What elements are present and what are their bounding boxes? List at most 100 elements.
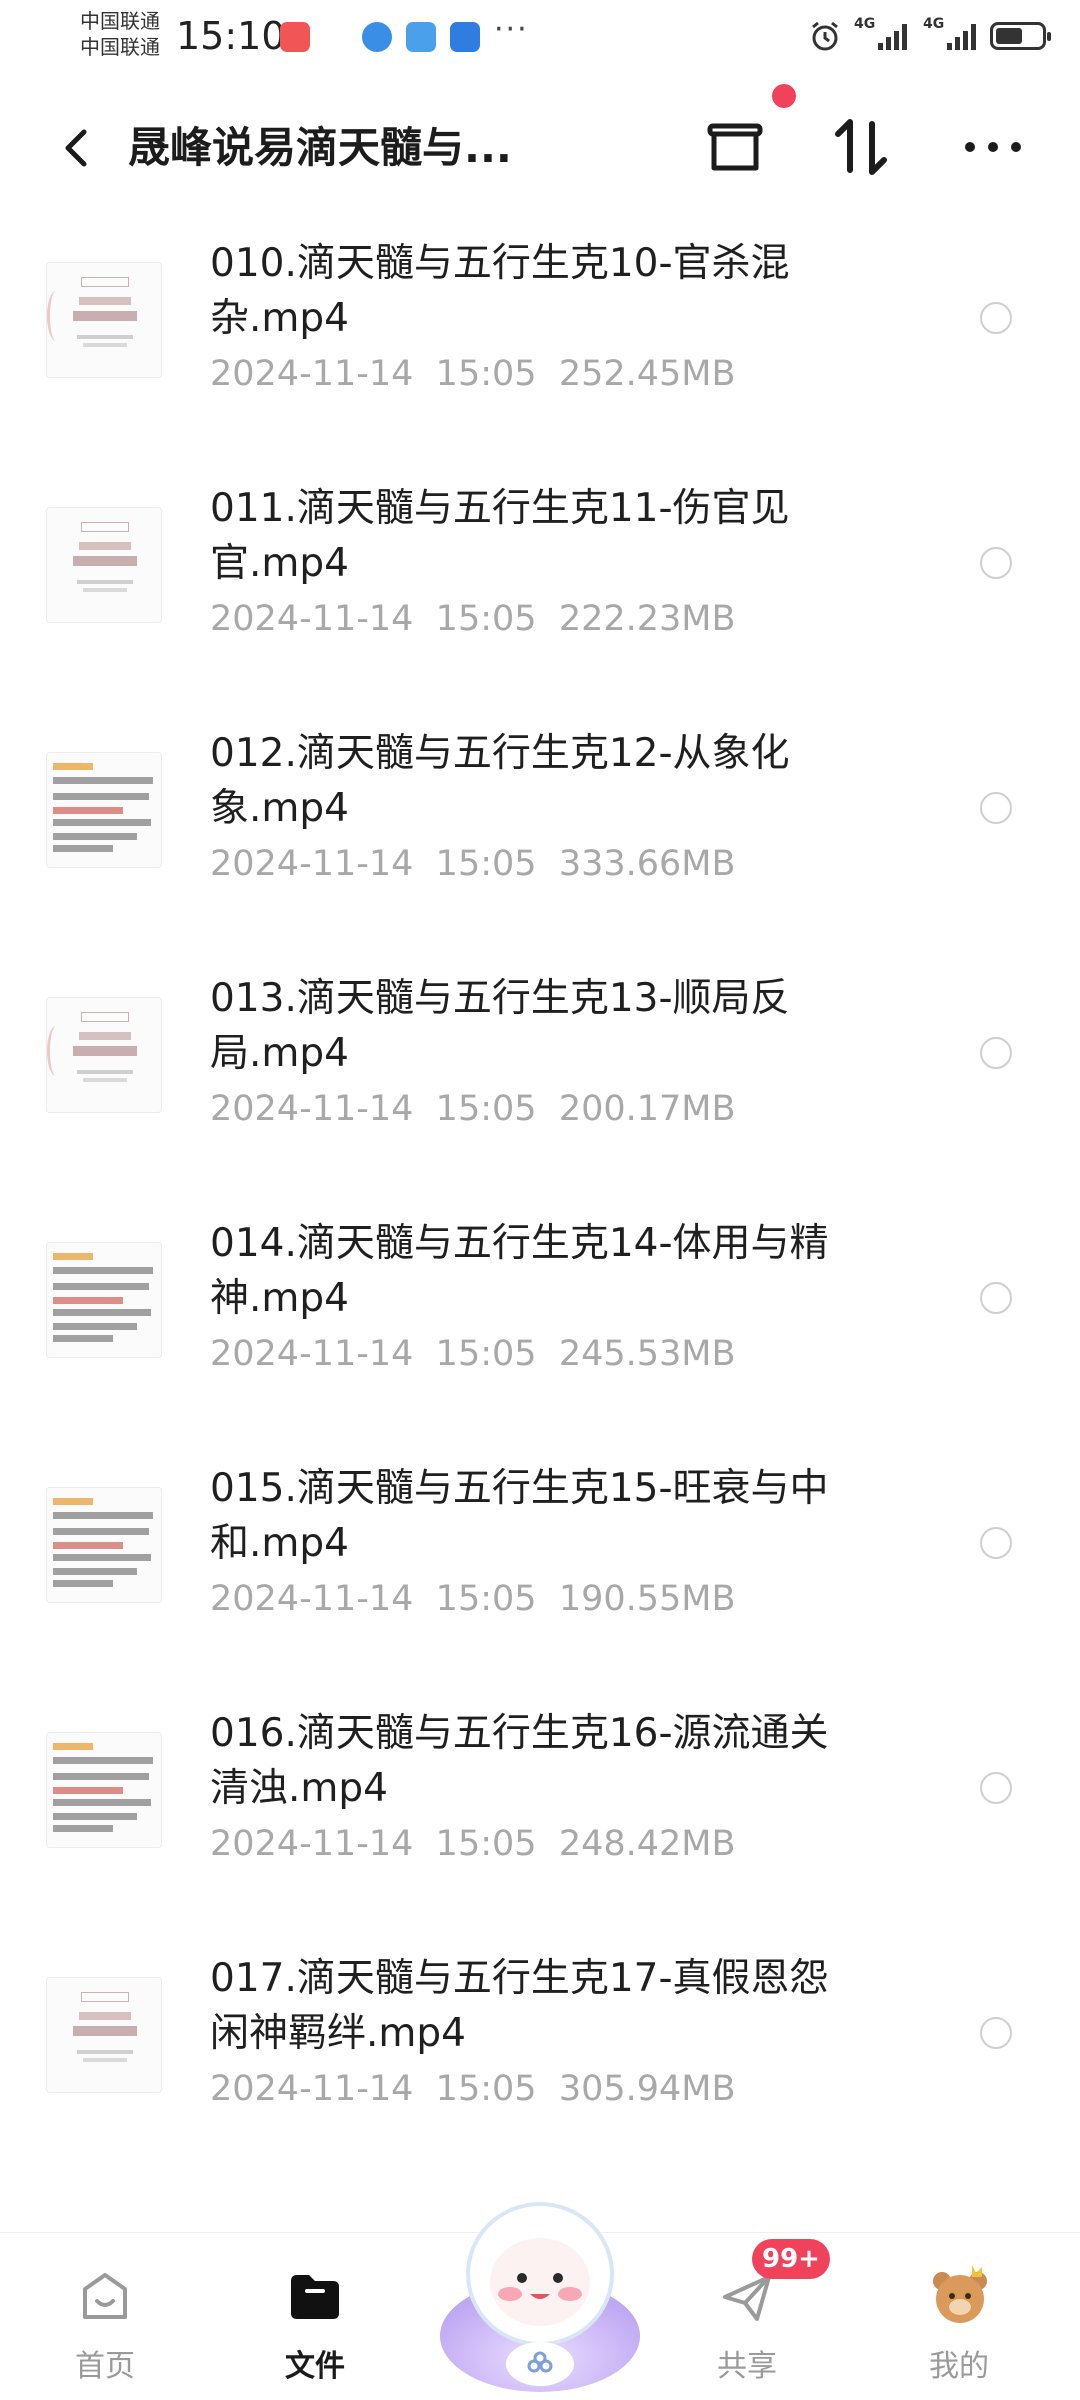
folder-icon bbox=[291, 2275, 339, 2319]
video-thumbnail bbox=[46, 507, 162, 623]
file-row[interactable]: 014.滴天髓与五行生克14-体用与精神.mp4 2024-11-14 15:05… bbox=[0, 1198, 1080, 1443]
more-dots-icon[interactable] bbox=[958, 112, 1028, 182]
chevron-left-icon[interactable] bbox=[52, 118, 102, 178]
file-meta: 2024-11-14 15:05 200.17MB bbox=[210, 1089, 736, 1129]
select-radio[interactable] bbox=[980, 2017, 1012, 2049]
app2-notification-icon bbox=[450, 22, 480, 52]
file-date: 2024-11-14 bbox=[210, 1334, 414, 1374]
nav-home[interactable]: 首页 bbox=[30, 2233, 180, 2400]
app-notification-icon bbox=[280, 22, 310, 52]
file-meta: 2024-11-14 15:05 248.42MB bbox=[210, 1824, 736, 1864]
nav-share-label: 共享 bbox=[717, 2349, 777, 2384]
file-time: 15:05 bbox=[435, 599, 537, 639]
video-thumbnail bbox=[46, 752, 162, 868]
file-meta: 2024-11-14 15:05 245.53MB bbox=[210, 1334, 736, 1374]
video-thumbnail bbox=[46, 1732, 162, 1848]
battery-icon bbox=[990, 22, 1051, 50]
file-time: 15:05 bbox=[435, 844, 537, 884]
file-row[interactable]: 013.滴天髓与五行生克13-顺局反局.mp4 2024-11-14 15:05 … bbox=[0, 953, 1080, 1198]
select-radio[interactable] bbox=[980, 1527, 1012, 1559]
select-radio[interactable] bbox=[980, 1772, 1012, 1804]
assistant-mascot-icon[interactable] bbox=[430, 2178, 650, 2400]
file-date: 2024-11-14 bbox=[210, 1579, 414, 1619]
file-date: 2024-11-14 bbox=[210, 599, 414, 639]
carrier-1: 中国联通 bbox=[80, 9, 160, 33]
file-row[interactable]: 010.滴天髓与五行生克10-官杀混杂.mp4 2024-11-14 15:05 … bbox=[0, 218, 1080, 463]
file-date: 2024-11-14 bbox=[210, 1824, 414, 1864]
video-thumbnail bbox=[46, 262, 162, 378]
nav-files[interactable]: 文件 bbox=[240, 2233, 390, 2400]
file-name: 017.滴天髓与五行生克17-真假恩怨闲神羁绊.mp4 bbox=[210, 1956, 829, 2056]
file-time: 15:05 bbox=[435, 1334, 537, 1374]
file-time: 15:05 bbox=[435, 1579, 537, 1619]
network-2-label: 4G bbox=[923, 16, 945, 32]
status-indicators: 4G 4G bbox=[808, 16, 1051, 56]
file-name: 014.滴天髓与五行生克14-体用与精神.mp4 bbox=[210, 1221, 829, 1321]
file-list: 010.滴天髓与五行生克10-官杀混杂.mp4 2024-11-14 15:05 … bbox=[0, 218, 1080, 2198]
file-name: 016.滴天髓与五行生克16-源流通关清浊.mp4 bbox=[210, 1711, 829, 1811]
file-row[interactable]: 012.滴天髓与五行生克12-从象化象.mp4 2024-11-14 15:05 … bbox=[0, 708, 1080, 953]
video-thumbnail bbox=[46, 1242, 162, 1358]
more-notifications-icon: ··· bbox=[494, 12, 529, 47]
nav-mine-label: 我的 bbox=[929, 2349, 989, 2384]
file-time: 15:05 bbox=[435, 354, 537, 394]
nav-share[interactable]: 99+ 共享 bbox=[672, 2233, 830, 2400]
notification-dot bbox=[772, 84, 796, 108]
file-name: 013.滴天髓与五行生克13-顺局反局.mp4 bbox=[210, 976, 790, 1076]
top-app-bar: 晟峰说易滴天髓与... bbox=[0, 84, 1080, 202]
file-date: 2024-11-14 bbox=[210, 844, 414, 884]
nav-home-label: 首页 bbox=[75, 2349, 135, 2384]
nav-files-label: 文件 bbox=[285, 2349, 345, 2384]
file-time: 15:05 bbox=[435, 1089, 537, 1129]
file-row[interactable]: 011.滴天髓与五行生克11-伤官见官.mp4 2024-11-14 15:05 … bbox=[0, 463, 1080, 708]
file-meta: 2024-11-14 15:05 252.45MB bbox=[210, 354, 736, 394]
file-name: 011.滴天髓与五行生克11-伤官见官.mp4 bbox=[210, 486, 790, 586]
carrier-2: 中国联通 bbox=[80, 35, 160, 59]
file-date: 2024-11-14 bbox=[210, 2069, 414, 2109]
file-name: 010.滴天髓与五行生克10-官杀混杂.mp4 bbox=[210, 241, 790, 341]
file-size: 305.94MB bbox=[558, 2069, 736, 2109]
video-thumbnail bbox=[46, 1977, 162, 2093]
file-row[interactable]: 016.滴天髓与五行生克16-源流通关清浊.mp4 2024-11-14 15:0… bbox=[0, 1688, 1080, 1933]
video-thumbnail bbox=[46, 1487, 162, 1603]
select-radio[interactable] bbox=[980, 792, 1012, 824]
file-size: 200.17MB bbox=[558, 1089, 736, 1129]
share-badge: 99+ bbox=[752, 2239, 830, 2279]
file-size: 248.42MB bbox=[558, 1824, 736, 1864]
signal-1-icon: 4G bbox=[854, 16, 907, 50]
file-size: 252.45MB bbox=[558, 354, 736, 394]
transfer-box-icon[interactable] bbox=[700, 112, 770, 182]
select-radio[interactable] bbox=[980, 1282, 1012, 1314]
file-name: 012.滴天髓与五行生克12-从象化象.mp4 bbox=[210, 731, 790, 831]
status-bar: 中国联通 中国联通 15:10 ··· 4G 4G bbox=[0, 0, 1080, 72]
weather-notification-icon bbox=[406, 22, 436, 52]
file-size: 190.55MB bbox=[558, 1579, 736, 1619]
file-meta: 2024-11-14 15:05 305.94MB bbox=[210, 2069, 736, 2109]
network-1-label: 4G bbox=[854, 16, 876, 32]
bear-avatar-icon bbox=[933, 2265, 987, 2323]
file-size: 333.66MB bbox=[558, 844, 736, 884]
select-radio[interactable] bbox=[980, 547, 1012, 579]
select-radio[interactable] bbox=[980, 1037, 1012, 1069]
alarm-icon bbox=[812, 21, 838, 51]
file-meta: 2024-11-14 15:05 190.55MB bbox=[210, 1579, 736, 1619]
file-size: 245.53MB bbox=[558, 1334, 736, 1374]
file-date: 2024-11-14 bbox=[210, 1089, 414, 1129]
home-icon bbox=[83, 2273, 127, 2319]
file-size: 222.23MB bbox=[558, 599, 736, 639]
carrier-label: 中国联通 中国联通 bbox=[80, 8, 160, 60]
file-row[interactable]: 015.滴天髓与五行生克15-旺衰与中和.mp4 2024-11-14 15:05… bbox=[0, 1443, 1080, 1688]
status-time: 15:10 bbox=[176, 14, 286, 58]
file-row[interactable]: 017.滴天髓与五行生克17-真假恩怨闲神羁绊.mp4 2024-11-14 15… bbox=[0, 1933, 1080, 2178]
select-radio[interactable] bbox=[980, 302, 1012, 334]
nav-mine[interactable]: 我的 bbox=[884, 2233, 1034, 2400]
browser-notification-icon bbox=[362, 22, 392, 52]
file-time: 15:05 bbox=[435, 1824, 537, 1864]
file-name: 015.滴天髓与五行生克15-旺衰与中和.mp4 bbox=[210, 1466, 829, 1566]
page-title: 晟峰说易滴天髓与... bbox=[128, 123, 512, 172]
signal-2-icon: 4G bbox=[923, 16, 976, 50]
sort-arrows-icon[interactable] bbox=[826, 112, 896, 182]
video-thumbnail bbox=[46, 997, 162, 1113]
file-meta: 2024-11-14 15:05 333.66MB bbox=[210, 844, 736, 884]
file-meta: 2024-11-14 15:05 222.23MB bbox=[210, 599, 736, 639]
